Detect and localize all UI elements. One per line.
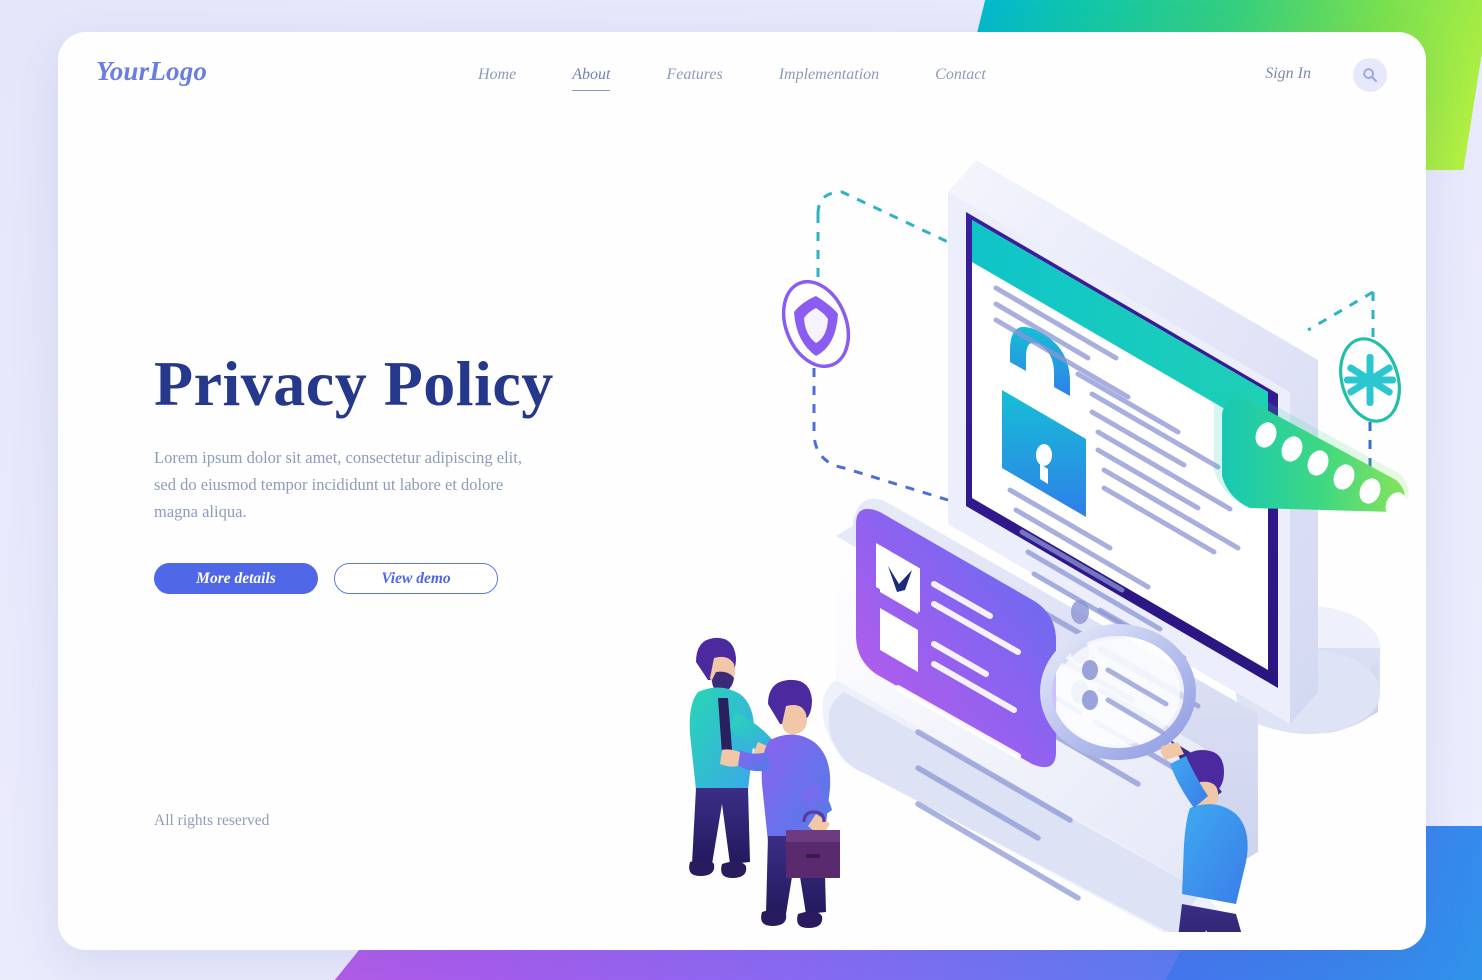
hero-subtitle: Lorem ipsum dolor sit amet, consectetur … xyxy=(154,448,522,521)
more-details-button[interactable]: More details xyxy=(154,563,318,595)
main-navigation: Home About Features Implementation Conta… xyxy=(478,62,986,91)
nav-item-implementation[interactable]: Implementation xyxy=(779,62,879,90)
nav-item-features[interactable]: Features xyxy=(666,62,722,90)
landing-card: YourLogo Home About Features Implementat… xyxy=(58,32,1426,950)
sign-in-link[interactable]: Sign In xyxy=(1265,65,1311,83)
view-demo-button[interactable]: View demo xyxy=(334,563,498,595)
illustration-svg xyxy=(689,160,1409,932)
nav-item-about[interactable]: About xyxy=(572,62,611,91)
page-root: YourLogo Home About Features Implementat… xyxy=(0,0,1482,980)
all-rights-reserved-text: All rights reserved xyxy=(154,812,270,829)
shield-badge-icon xyxy=(781,190,949,502)
nav-item-home[interactable]: Home xyxy=(478,62,516,90)
search-icon xyxy=(1363,68,1378,83)
nav-item-contact[interactable]: Contact xyxy=(935,62,986,90)
search-button[interactable] xyxy=(1353,58,1387,92)
privacy-policy-illustration xyxy=(618,92,1418,932)
hero-actions: More details View demo xyxy=(154,563,624,595)
page-title: Privacy Policy xyxy=(154,348,554,419)
site-logo[interactable]: YourLogo xyxy=(96,56,207,87)
hero-section: Privacy Policy Lorem ipsum dolor sit ame… xyxy=(154,348,624,595)
